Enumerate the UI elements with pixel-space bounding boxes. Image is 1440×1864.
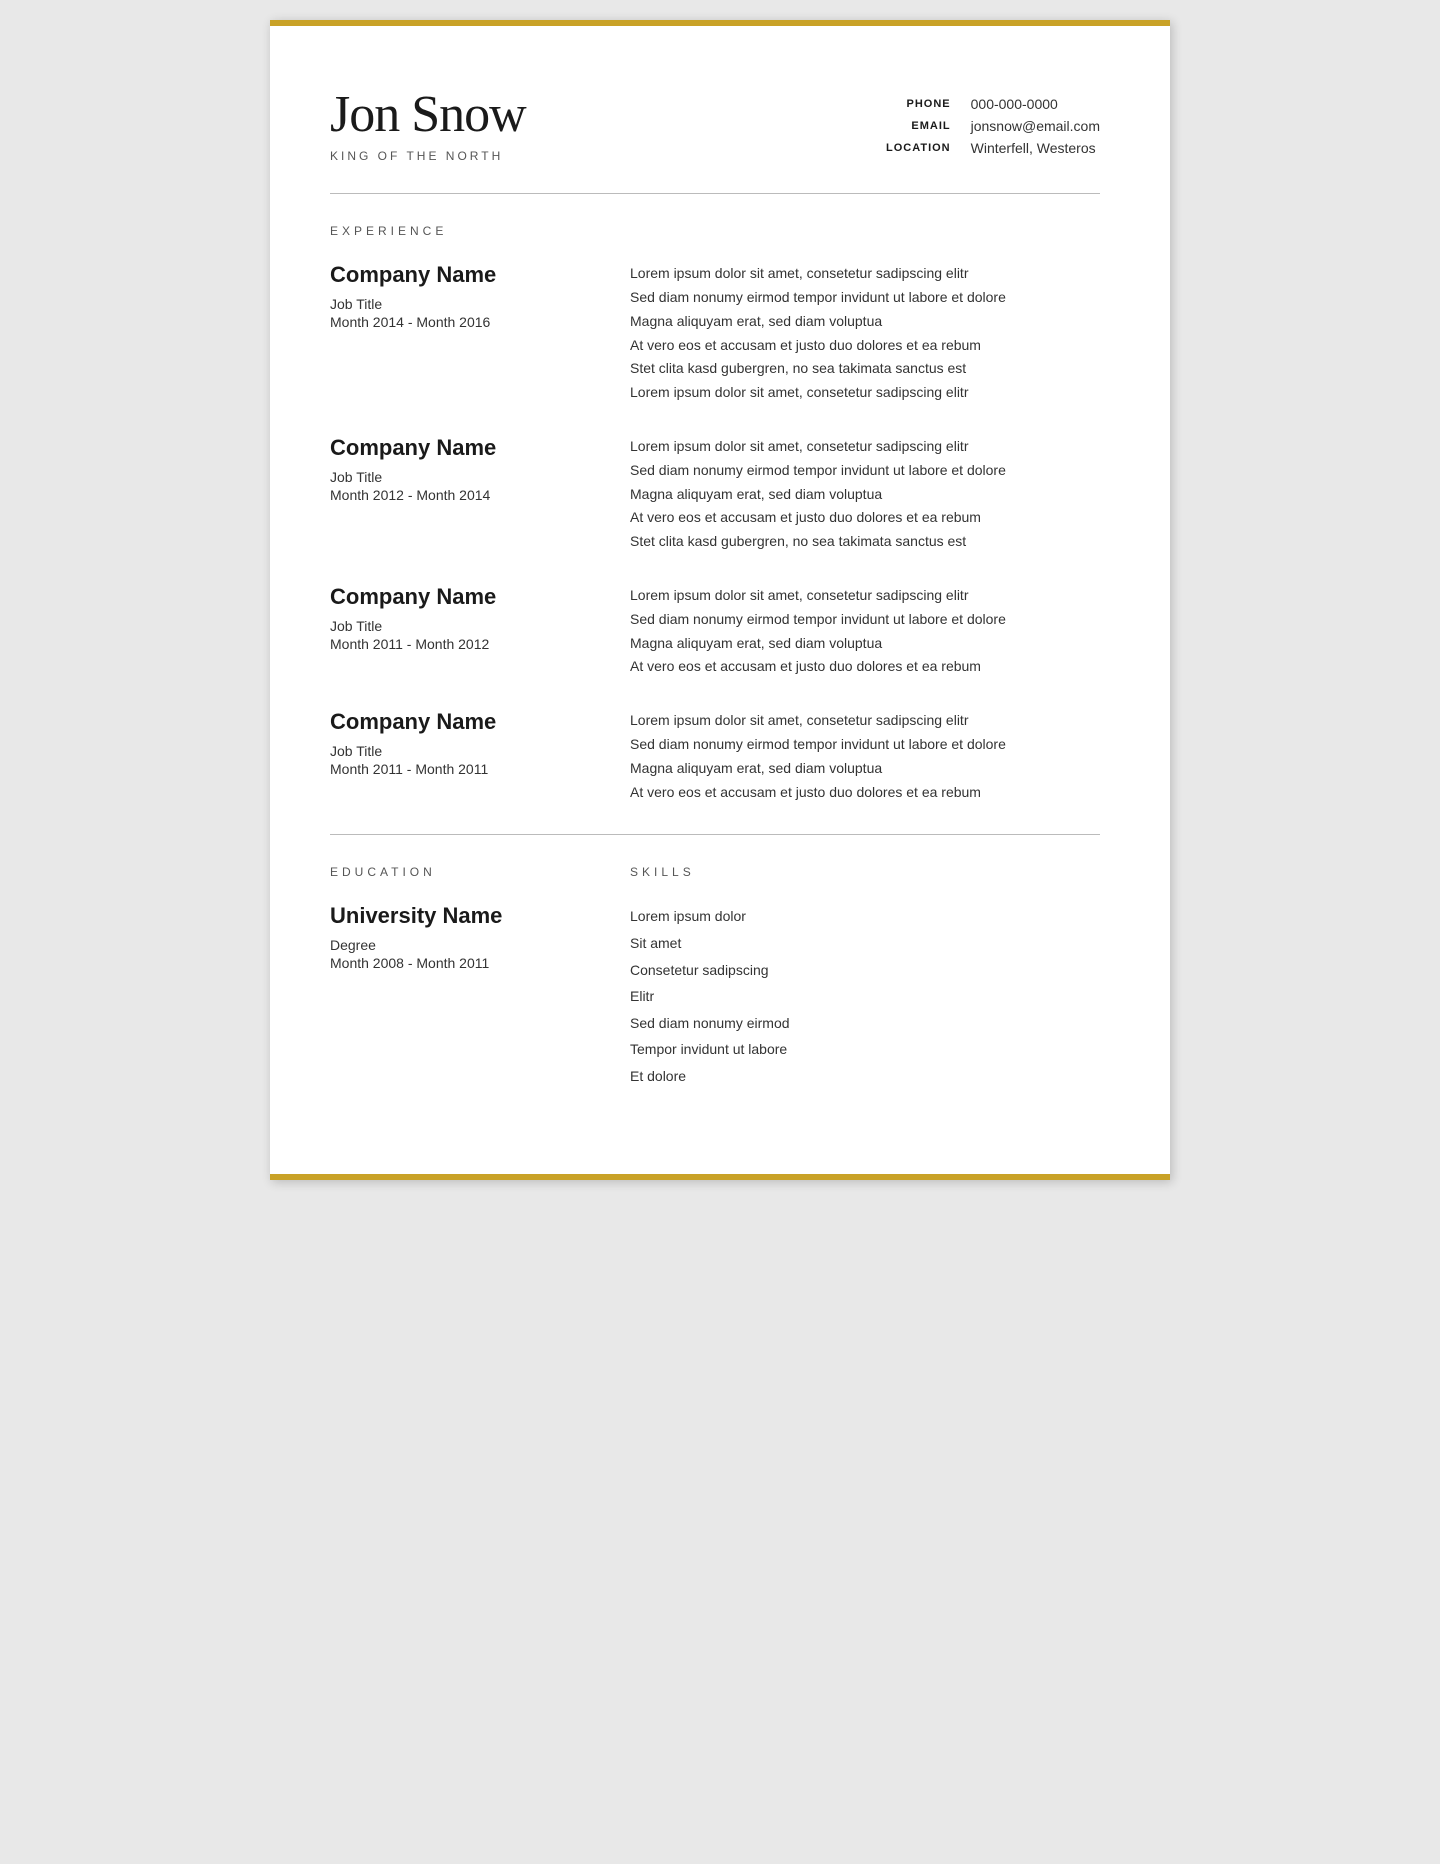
exp-left-4: Company Name Job Title Month 2011 - Mont…	[330, 709, 630, 804]
exp-left-1: Company Name Job Title Month 2014 - Mont…	[330, 262, 630, 405]
bottom-section: EDUCATION University Name Degree Month 2…	[330, 865, 1100, 1089]
job-title-4: Job Title	[330, 743, 600, 759]
exp-left-2: Company Name Job Title Month 2012 - Mont…	[330, 435, 630, 554]
phone-value: 000-000-0000	[971, 96, 1100, 112]
university-name: University Name	[330, 903, 600, 929]
exp-right-3: Lorem ipsum dolor sit amet, consetetur s…	[630, 584, 1100, 679]
degree: Degree	[330, 937, 600, 953]
exp-left-3: Company Name Job Title Month 2011 - Mont…	[330, 584, 630, 679]
job-dates-3: Month 2011 - Month 2012	[330, 636, 600, 652]
job-description-1: Lorem ipsum dolor sit amet, consetetur s…	[630, 262, 1100, 405]
header-divider	[330, 193, 1100, 194]
email-label: EMAIL	[886, 120, 951, 132]
skills-column: SKILLS Lorem ipsum dolor Sit amet Conset…	[630, 865, 1100, 1089]
exp-right-4: Lorem ipsum dolor sit amet, consetetur s…	[630, 709, 1100, 804]
company-name-1: Company Name	[330, 262, 600, 288]
header: Jon Snow KING OF THE NORTH PHONE 000-000…	[330, 86, 1100, 163]
skills-list: Lorem ipsum dolor Sit amet Consetetur sa…	[630, 903, 1100, 1089]
experience-item-3: Company Name Job Title Month 2011 - Mont…	[330, 584, 1100, 679]
company-name-3: Company Name	[330, 584, 600, 610]
experience-item-2: Company Name Job Title Month 2012 - Mont…	[330, 435, 1100, 554]
exp-right-2: Lorem ipsum dolor sit amet, consetetur s…	[630, 435, 1100, 554]
company-name-2: Company Name	[330, 435, 600, 461]
header-left: Jon Snow KING OF THE NORTH	[330, 86, 886, 163]
job-title-1: Job Title	[330, 296, 600, 312]
job-description-3: Lorem ipsum dolor sit amet, consetetur s…	[630, 584, 1100, 679]
skills-section-label: SKILLS	[630, 865, 1100, 879]
job-description-2: Lorem ipsum dolor sit amet, consetetur s…	[630, 435, 1100, 554]
phone-label: PHONE	[886, 98, 951, 110]
candidate-name: Jon Snow	[330, 86, 886, 143]
skill-item-6: Tempor invidunt ut labore	[630, 1036, 1100, 1063]
job-dates-4: Month 2011 - Month 2011	[330, 761, 600, 777]
email-value: jonsnow@email.com	[971, 118, 1100, 134]
education-dates: Month 2008 - Month 2011	[330, 955, 600, 971]
job-description-4: Lorem ipsum dolor sit amet, consetetur s…	[630, 709, 1100, 804]
company-name-4: Company Name	[330, 709, 600, 735]
job-dates-1: Month 2014 - Month 2016	[330, 314, 600, 330]
experience-item-1: Company Name Job Title Month 2014 - Mont…	[330, 262, 1100, 405]
experience-item-4: Company Name Job Title Month 2011 - Mont…	[330, 709, 1100, 804]
job-dates-2: Month 2012 - Month 2014	[330, 487, 600, 503]
skill-item-7: Et dolore	[630, 1063, 1100, 1090]
skill-item-2: Sit amet	[630, 930, 1100, 957]
education-column: EDUCATION University Name Degree Month 2…	[330, 865, 630, 1089]
experience-section-label: EXPERIENCE	[330, 224, 1100, 238]
skill-item-5: Sed diam nonumy eirmod	[630, 1010, 1100, 1037]
job-title-3: Job Title	[330, 618, 600, 634]
skill-item-4: Elitr	[630, 983, 1100, 1010]
education-section-label: EDUCATION	[330, 865, 600, 879]
section-divider	[330, 834, 1100, 835]
location-label: LOCATION	[886, 142, 951, 154]
exp-right-1: Lorem ipsum dolor sit amet, consetetur s…	[630, 262, 1100, 405]
experience-section: EXPERIENCE Company Name Job Title Month …	[330, 224, 1100, 804]
job-title-2: Job Title	[330, 469, 600, 485]
resume-page: Jon Snow KING OF THE NORTH PHONE 000-000…	[270, 20, 1170, 1180]
skill-item-1: Lorem ipsum dolor	[630, 903, 1100, 930]
contact-info: PHONE 000-000-0000 EMAIL jonsnow@email.c…	[886, 96, 1100, 156]
location-value: Winterfell, Westeros	[971, 140, 1100, 156]
skill-item-3: Consetetur sadipscing	[630, 957, 1100, 984]
candidate-subtitle: KING OF THE NORTH	[330, 149, 886, 163]
